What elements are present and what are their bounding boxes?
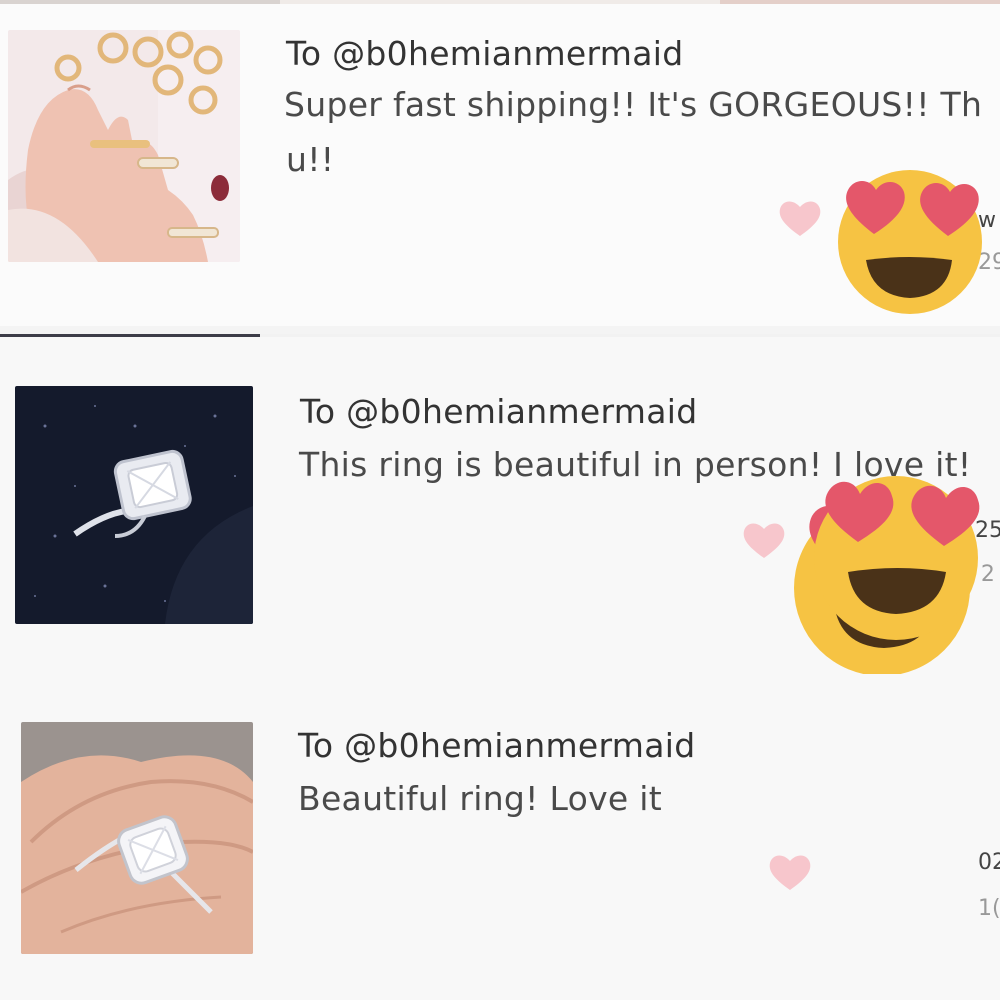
review-card-1[interactable]: To @b0hemianmermaid Super fast shipping!…	[0, 0, 1000, 326]
like-heart-icon[interactable]	[742, 520, 786, 564]
review-text-line-2: u!!	[286, 140, 335, 179]
review-recipient: To @b0hemianmermaid	[298, 726, 696, 765]
review-panel-2: To @b0hemianmermaid This ring is beautif…	[0, 334, 1000, 1000]
rose-gold-rings-photo[interactable]	[8, 30, 240, 262]
review-panel-1: To @b0hemianmermaid Super fast shipping!…	[0, 0, 1000, 326]
reviewer-meta-bottom: 1(	[978, 896, 1000, 921]
review-recipient: To @b0hemianmermaid	[300, 392, 698, 431]
heart-eyes-emoji-icon	[806, 460, 996, 640]
review-text-line-1: Beautiful ring! Love it	[298, 779, 663, 818]
like-heart-icon[interactable]	[778, 198, 822, 242]
review-text-line-1: Super fast shipping!! It's GORGEOUS!! Th	[284, 85, 983, 124]
like-heart-icon[interactable]	[768, 852, 812, 896]
reviewer-meta-top: 02	[978, 850, 1000, 875]
diamond-ring-on-hand-photo[interactable]	[21, 722, 253, 954]
review-card-3[interactable]: To @b0hemianmermaid Beautiful ring! Love…	[0, 476, 1000, 1000]
review-recipient: To @b0hemianmermaid	[286, 34, 684, 73]
heart-eyes-emoji-icon	[828, 158, 992, 318]
cushion-cut-diamond-ring-photo[interactable]	[15, 386, 253, 624]
